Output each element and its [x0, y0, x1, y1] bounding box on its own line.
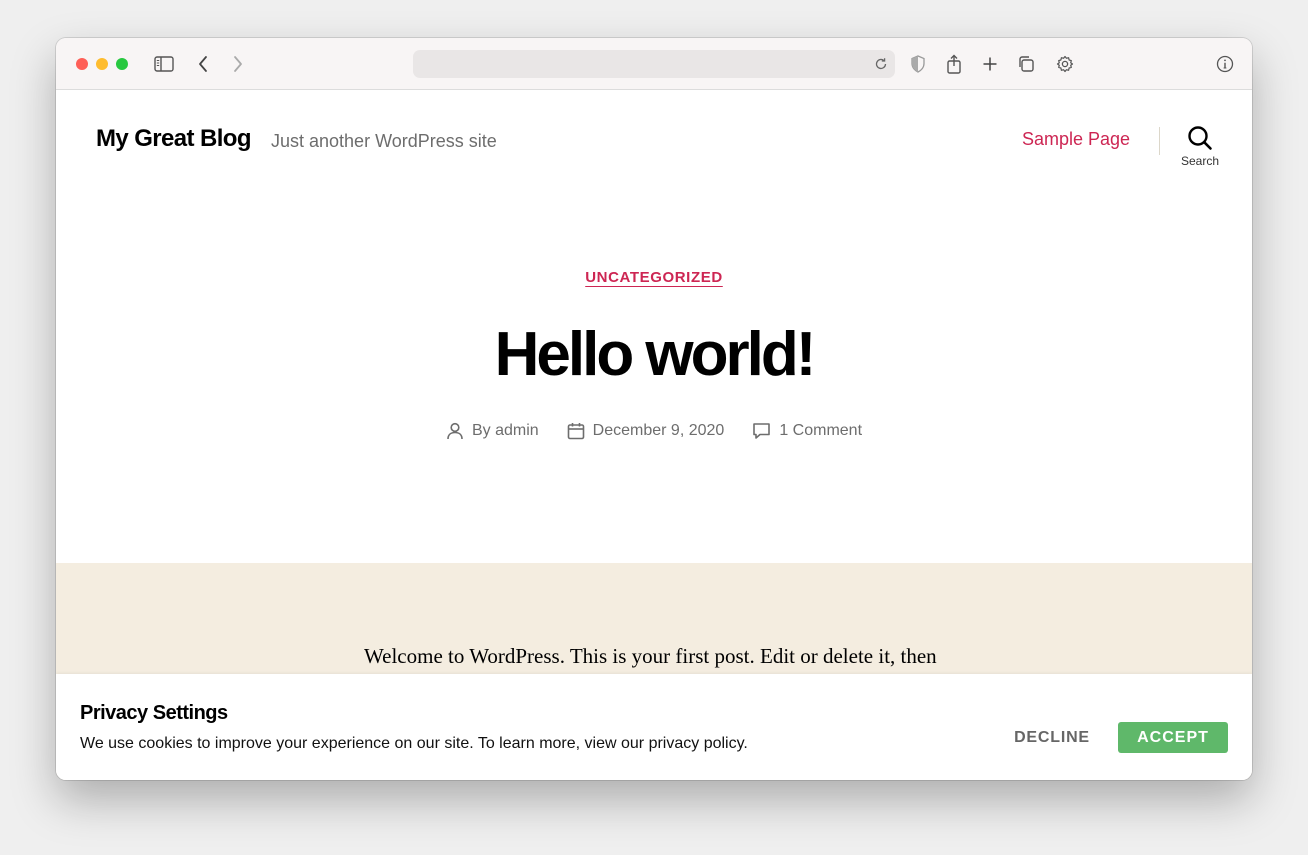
post-title: Hello world!	[494, 320, 817, 389]
info-icon[interactable]	[1213, 52, 1237, 76]
cookie-banner: Privacy Settings We use cookies to impro…	[56, 674, 1252, 780]
post-category: UNCATEGORIZED	[56, 269, 1252, 287]
accept-button[interactable]: ACCEPT	[1118, 722, 1228, 753]
nav-divider	[1159, 127, 1160, 155]
share-icon[interactable]	[942, 52, 966, 76]
new-tab-icon[interactable]	[978, 52, 1002, 76]
calendar-icon	[567, 423, 584, 440]
category-link[interactable]: UNCATEGORIZED	[585, 269, 723, 286]
search-label: Search	[1180, 154, 1220, 168]
post-date: December 9, 2020	[567, 422, 725, 440]
sidebar-icon[interactable]	[152, 52, 176, 76]
post-author: By admin	[446, 422, 539, 440]
browser-toolbar	[56, 38, 1252, 90]
zoom-window-button[interactable]	[116, 58, 128, 70]
post-comments: 1 Comment	[752, 422, 862, 440]
cookie-banner-title: Privacy Settings	[80, 702, 228, 724]
date-link[interactable]: December 9, 2020	[593, 422, 725, 440]
search-icon	[1188, 126, 1212, 150]
reload-icon[interactable]	[871, 54, 891, 74]
comment-icon	[753, 423, 771, 439]
minimize-window-button[interactable]	[96, 58, 108, 70]
user-icon	[447, 422, 463, 440]
settings-gear-icon[interactable]	[1053, 52, 1077, 76]
nav-sample-page-link[interactable]: Sample Page	[1022, 129, 1130, 150]
close-window-button[interactable]	[76, 58, 88, 70]
search-toggle-button[interactable]: Search	[1176, 125, 1224, 173]
privacy-shield-icon[interactable]	[906, 52, 930, 76]
site-title[interactable]: My Great Blog	[96, 125, 252, 153]
post-meta: By admin December 9, 2020 1 Comment	[56, 422, 1252, 440]
author-link[interactable]: By admin	[472, 422, 539, 440]
cookie-banner-text: We use cookies to improve your experienc…	[80, 735, 748, 752]
back-icon[interactable]	[191, 52, 215, 76]
site-description: Just another WordPress site	[271, 131, 497, 151]
forward-icon[interactable]	[226, 52, 250, 76]
address-bar[interactable]	[413, 50, 895, 78]
tabs-overview-icon[interactable]	[1014, 52, 1038, 76]
decline-button[interactable]: DECLINE	[1002, 722, 1102, 754]
comments-link[interactable]: 1 Comment	[779, 422, 862, 440]
browser-window: My Great Blog Just another WordPress sit…	[56, 38, 1252, 780]
